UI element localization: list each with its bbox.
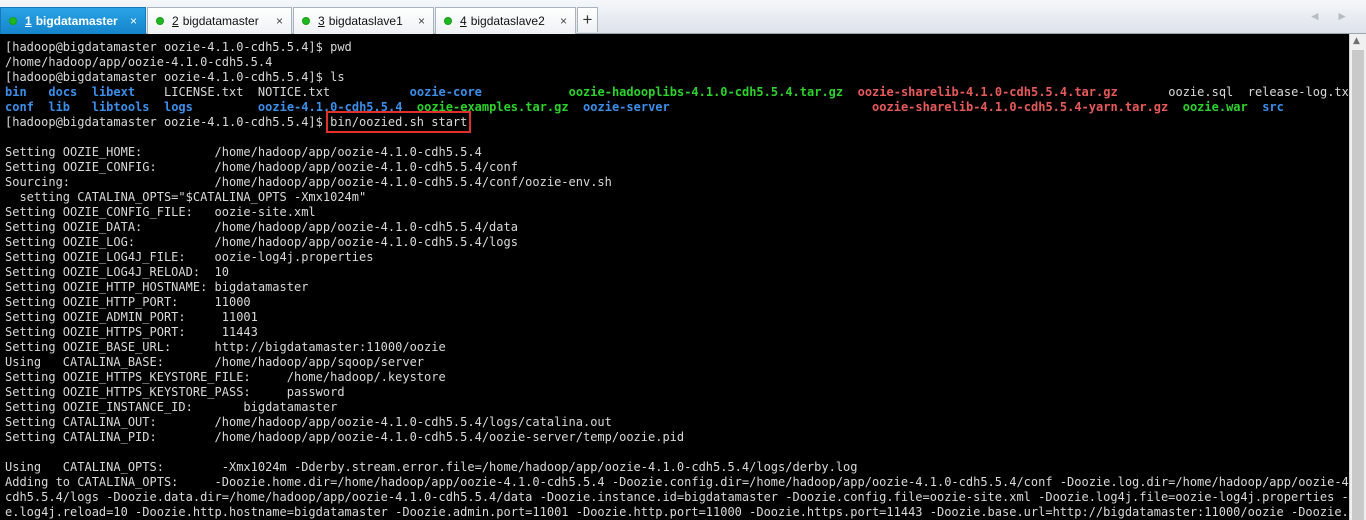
ls-entry: oozie-sharelib-4.1.0-cdh5.5.4.tar.gz xyxy=(857,85,1118,99)
ls-entry: logs xyxy=(163,100,193,114)
tab-number: 2 xyxy=(172,14,179,28)
terminal-line: setting CATALINA_OPTS="$CATALINA_OPTS -X… xyxy=(5,190,367,204)
close-tab-icon[interactable]: × xyxy=(560,14,567,28)
terminal-line: Setting OOZIE_HTTPS_KEYSTORE_PASS: passw… xyxy=(5,385,345,399)
terminal-line: Setting OOZIE_LOG4J_RELOAD: 10 xyxy=(5,265,229,279)
tab-label: bigdataslave1 xyxy=(328,14,403,28)
ls-spacing xyxy=(34,100,48,114)
terminal-line: Setting OOZIE_CONFIG_FILE: oozie-site.xm… xyxy=(5,205,316,219)
ls-output-row-1: bin docs libext LICENSE.txt NOTICE.txt o… xyxy=(5,85,1356,100)
terminal-line: Adding to CATALINA_OPTS: -Doozie.home.di… xyxy=(5,475,1366,489)
terminal-line: Setting OOZIE_HTTP_HOSTNAME: bigdatamast… xyxy=(5,280,309,294)
ls-entry: oozie-sharelib-4.1.0-cdh5.5.4-yarn.tar.g… xyxy=(872,100,1169,114)
terminal-line: Using CATALINA_OPTS: -Xmx1024m -Dderby.s… xyxy=(5,460,858,474)
terminal-line: Setting OOZIE_BASE_URL: http://bigdatama… xyxy=(5,340,446,354)
ls-spacing xyxy=(569,100,583,114)
ls-entry: oozie-server xyxy=(583,100,670,114)
terminal-line: /home/hadoop/app/oozie-4.1.0-cdh5.5.4 xyxy=(5,55,273,69)
terminal-line: Setting CATALINA_PID: /home/hadoop/app/o… xyxy=(5,430,685,444)
ls-entry: oozie-examples.tar.gz xyxy=(416,100,569,114)
tab-bar: 1 bigdatamaster × 2 bigdatamaster × 3 bi… xyxy=(0,0,1366,34)
ls-entry: libtools xyxy=(91,100,150,114)
ls-spacing xyxy=(482,85,569,99)
startup-output: Setting OOZIE_HOME: /home/hadoop/app/ooz… xyxy=(5,130,1366,520)
terminal-line: e.log4j.reload=10 -Doozie.http.hostname=… xyxy=(5,505,1366,519)
terminal-line: Setting OOZIE_LOG: /home/hadoop/app/oozi… xyxy=(5,235,518,249)
connected-status-icon xyxy=(302,17,310,25)
ls-spacing xyxy=(150,100,164,114)
ls-entry: libext xyxy=(91,85,136,99)
terminal-line: Setting CATALINA_OUT: /home/hadoop/app/o… xyxy=(5,415,612,429)
ls-entry: conf xyxy=(5,100,34,114)
terminal-line: Setting OOZIE_HTTP_PORT: 11000 xyxy=(5,295,251,309)
terminal-line: cdh5.5.4/logs -Doozie.data.dir=/home/had… xyxy=(5,490,1366,504)
ls-entry: docs xyxy=(48,85,78,99)
ls-entry: oozie.war xyxy=(1182,100,1248,114)
terminal-output[interactable]: [hadoop@bigdatamaster oozie-4.1.0-cdh5.5… xyxy=(5,40,1366,520)
ls-entry: oozie-hadooplibs-4.1.0-cdh5.5.4.tar.gz xyxy=(568,85,844,99)
ls-spacing xyxy=(670,100,872,114)
tab-session-3[interactable]: 3 bigdataslave1 × xyxy=(293,7,434,34)
scrollbar-thumb[interactable] xyxy=(1352,50,1364,520)
terminal-line: Setting OOZIE_HTTPS_PORT: 11443 xyxy=(5,325,258,339)
tab-number: 3 xyxy=(318,14,325,28)
connected-status-icon xyxy=(444,17,452,25)
ls-spacing xyxy=(77,85,91,99)
ls-spacing: oozie.sql release-log.txt xyxy=(1117,85,1357,99)
ls-entry: oozie-4.1.0-cdh5.5.4 xyxy=(257,100,403,114)
connected-status-icon xyxy=(9,17,17,25)
terminal-line: Setting OOZIE_LOG4J_FILE: oozie-log4j.pr… xyxy=(5,250,374,264)
terminal-line: Using CATALINA_BASE: /home/hadoop/app/sq… xyxy=(5,355,425,369)
ls-entry: oozie-core xyxy=(409,85,482,99)
scroll-up-icon[interactable]: ▲ xyxy=(1353,36,1360,46)
ls-spacing xyxy=(1168,100,1182,114)
ls-spacing xyxy=(402,100,416,114)
terminal-line: Setting OOZIE_INSTANCE_ID: bigdatamaster xyxy=(5,400,338,414)
ls-spacing xyxy=(193,100,258,114)
terminal-line: Setting OOZIE_CONFIG: /home/hadoop/app/o… xyxy=(5,160,518,174)
tab-session-2[interactable]: 2 bigdatamaster × xyxy=(147,7,292,34)
new-tab-button[interactable]: + xyxy=(577,7,598,32)
close-tab-icon[interactable]: × xyxy=(418,14,425,28)
tab-session-4[interactable]: 4 bigdataslave2 × xyxy=(435,7,576,34)
terminal-line: [hadoop@bigdatamaster oozie-4.1.0-cdh5.5… xyxy=(5,70,345,84)
terminal-prompt-line: [hadoop@bigdatamaster oozie-4.1.0-cdh5.5… xyxy=(5,111,1348,133)
ls-entry: src xyxy=(1262,100,1284,114)
ls-entry: bin xyxy=(5,85,27,99)
terminal-line: Sourcing: /home/hadoop/app/oozie-4.1.0-c… xyxy=(5,175,612,189)
highlighted-command: bin/oozied.sh start xyxy=(326,111,472,133)
terminal-line: Setting OOZIE_ADMIN_PORT: 11001 xyxy=(5,310,258,324)
tab-scroll-arrows[interactable]: ◄ ► xyxy=(1309,9,1354,23)
close-tab-icon[interactable]: × xyxy=(130,14,137,28)
connected-status-icon xyxy=(156,17,164,25)
ls-spacing xyxy=(70,100,92,114)
ls-spacing: LICENSE.txt NOTICE.txt xyxy=(135,85,410,99)
terminal-line: Setting OOZIE_DATA: /home/hadoop/app/ooz… xyxy=(5,220,518,234)
terminal-line: Setting OOZIE_HOME: /home/hadoop/app/ooz… xyxy=(5,145,482,159)
ls-spacing xyxy=(27,85,49,99)
terminal-line: Setting OOZIE_HTTPS_KEYSTORE_FILE: /home… xyxy=(5,370,446,384)
tab-label: bigdatamaster xyxy=(182,14,259,28)
ls-entry: lib xyxy=(48,100,71,114)
tab-number: 4 xyxy=(460,14,467,28)
ls-output-row-2: conf lib libtools logs oozie-4.1.0-cdh5.… xyxy=(5,100,1348,115)
tab-number: 1 xyxy=(25,14,32,28)
ls-spacing xyxy=(1248,100,1262,114)
tab-session-1[interactable]: 1 bigdatamaster × xyxy=(0,7,146,34)
shell-prompt: [hadoop@bigdatamaster oozie-4.1.0-cdh5.5… xyxy=(5,115,331,129)
tab-label: bigdatamaster xyxy=(35,14,118,28)
close-tab-icon[interactable]: × xyxy=(276,14,283,28)
tab-label: bigdataslave2 xyxy=(470,14,545,28)
ls-spacing xyxy=(843,85,857,99)
terminal-line: [hadoop@bigdatamaster oozie-4.1.0-cdh5.5… xyxy=(5,40,352,54)
vertical-scrollbar[interactable]: ▲ xyxy=(1349,34,1366,520)
